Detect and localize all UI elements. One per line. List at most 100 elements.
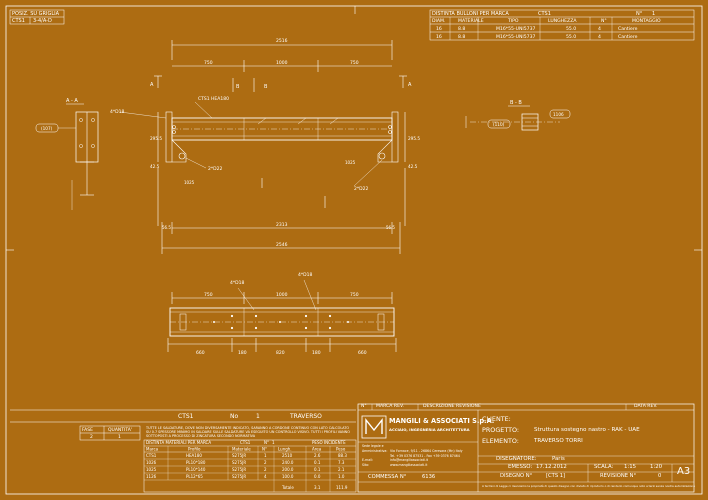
elevation-labels: 2516 750 1000 750 2313 2546 295.5 42.5 2… xyxy=(110,38,420,248)
svg-text:N°: N° xyxy=(264,440,269,445)
notes-text: TUTTE LE SALDATURE, DOVE NON DIVERSAMENT… xyxy=(146,426,350,438)
format-value: A3 xyxy=(677,466,691,477)
rev-mark-header: MARCA REV. xyxy=(376,404,404,409)
drawing-number-value: [CTS 1] xyxy=(546,473,566,479)
svg-text:240.0: 240.0 xyxy=(282,460,294,465)
svg-text:1: 1 xyxy=(264,453,267,458)
svg-text:PL10*180: PL10*180 xyxy=(186,460,206,465)
scale-label: SCALA: xyxy=(594,464,614,470)
svg-text:1.0: 1.0 xyxy=(338,474,345,479)
svg-text:660: 660 xyxy=(358,350,367,356)
svg-text:TRAVERSO: TRAVERSO xyxy=(289,413,322,420)
svg-text:PESO INCIDENTE: PESO INCIDENTE xyxy=(312,440,346,445)
svg-text:DISTINTA BULLONI PER MARCA: DISTINTA BULLONI PER MARCA xyxy=(432,11,509,17)
grid-position-table: POSIZ. SU GRIGLIA CTS1 3-4/A-D xyxy=(9,9,65,25)
company-addr4: Sito: xyxy=(362,463,370,467)
company-logo xyxy=(361,415,387,439)
svg-text:TIPO: TIPO xyxy=(507,18,519,24)
svg-text:Area: Area xyxy=(312,447,322,452)
svg-text:88.3: 88.3 xyxy=(338,453,347,458)
svg-text:200.0: 200.0 xyxy=(282,467,294,472)
svg-text:1026: 1026 xyxy=(146,460,157,465)
svg-text:660: 660 xyxy=(196,350,205,356)
revision-value: 0 xyxy=(658,473,662,479)
svg-text:PL10*140: PL10*140 xyxy=(186,467,206,472)
company-street: Via Fornace, 9/11 - 26864 Ceresara (Mn) … xyxy=(390,449,463,453)
svg-text:4: 4 xyxy=(264,474,267,479)
svg-text:1025: 1025 xyxy=(184,180,195,185)
svg-text:750: 750 xyxy=(350,60,359,66)
svg-text:MATERIALE: MATERIALE xyxy=(458,18,484,24)
sheet-border xyxy=(5,5,703,495)
element-label: ELEMENTO: xyxy=(482,437,519,445)
svg-text:LUNGHEZZA: LUNGHEZZA xyxy=(548,18,577,24)
company-addr2: Amministrativa: xyxy=(362,449,388,453)
svg-text:56.5: 56.5 xyxy=(162,225,171,230)
svg-text:S275JR: S275JR xyxy=(232,467,246,472)
svg-text:N°: N° xyxy=(601,18,607,24)
svg-text:820: 820 xyxy=(276,350,285,356)
svg-text:N°: N° xyxy=(636,11,643,17)
bolts-table: DISTINTA BULLONI PER MARCA CTS1 N° 1 DIA… xyxy=(429,9,695,41)
plan-labels: 750 1000 750 660 180 820 180 660 4*D18 4… xyxy=(196,272,367,356)
svg-text:55.0: 55.0 xyxy=(566,34,576,40)
plan-view xyxy=(167,279,397,352)
svg-text:B: B xyxy=(236,84,240,90)
svg-text:2313: 2313 xyxy=(276,222,288,228)
company-name: MANGILI & ASSOCIATI S.p.A. xyxy=(389,417,495,425)
svg-text:N°: N° xyxy=(262,447,267,452)
svg-text:4*D18: 4*D18 xyxy=(110,109,124,115)
svg-text:(107): (107) xyxy=(41,126,53,131)
svg-text:2: 2 xyxy=(90,434,93,440)
svg-text:8.8: 8.8 xyxy=(458,26,465,32)
client-label: CLIENTE: xyxy=(482,415,511,423)
svg-text:111.9: 111.9 xyxy=(336,485,348,490)
issued-label: EMESSO: xyxy=(508,464,533,470)
rev-desc-header: DESCRIZIONE REVISIONE xyxy=(423,404,481,409)
svg-text:MONTAGGIO: MONTAGGIO xyxy=(632,18,661,24)
svg-text:M16*55-UNI5737: M16*55-UNI5737 xyxy=(496,26,536,32)
designer-value: Paris xyxy=(552,456,565,462)
materials-table: DISTINTA MATERIALI PER MARCA CTS1 N° 1 P… xyxy=(143,439,357,493)
section-b-b: B - B (110) 1106 xyxy=(465,100,571,131)
company-sub: ACCIAIO, INGEGNERIA ARCHITETTURA xyxy=(389,427,470,432)
svg-text:S275JR: S275JR xyxy=(232,460,246,465)
revision-label: REVISIONE N° xyxy=(600,473,637,479)
svg-text:CTS1: CTS1 xyxy=(146,453,157,458)
svg-text:Cantiere: Cantiere xyxy=(618,26,638,32)
svg-text:0.1: 0.1 xyxy=(314,467,321,472)
svg-text:1: 1 xyxy=(652,11,655,17)
svg-text:4*D18: 4*D18 xyxy=(298,272,312,278)
svg-text:2546: 2546 xyxy=(276,242,288,248)
svg-text:1025: 1025 xyxy=(146,467,157,472)
drawing-number-label: DISEGNO N° xyxy=(500,473,533,479)
svg-text:CTS1: CTS1 xyxy=(178,413,194,420)
phase-table: FASE QUANTITA' 2 1 xyxy=(79,425,141,441)
svg-text:2510: 2510 xyxy=(282,453,293,458)
svg-text:A - A: A - A xyxy=(66,98,78,104)
svg-text:A: A xyxy=(150,82,154,88)
svg-text:1126: 1126 xyxy=(146,474,157,479)
svg-text:2*D22: 2*D22 xyxy=(208,166,222,172)
svg-text:A: A xyxy=(408,82,412,88)
assembly-bar: CTS1 No 1 TRAVERSO xyxy=(10,409,356,423)
svg-text:DIAM.: DIAM. xyxy=(432,18,445,24)
svg-text:295.5: 295.5 xyxy=(150,136,162,141)
svg-text:100.0: 100.0 xyxy=(282,474,294,479)
svg-text:56.5: 56.5 xyxy=(386,225,395,230)
svg-text:8.8: 8.8 xyxy=(458,34,465,40)
svg-text:16: 16 xyxy=(436,26,442,32)
svg-text:PL12*65: PL12*65 xyxy=(186,474,203,479)
svg-text:2.1: 2.1 xyxy=(338,467,345,472)
svg-text:B: B xyxy=(264,84,268,90)
company-web: www.mangiliassociati.it xyxy=(390,463,428,467)
svg-text:Lungh.: Lungh. xyxy=(278,447,292,452)
drawing-sheet: POSIZ. SU GRIGLIA CTS1 3-4/A-D DISTINTA … xyxy=(0,0,708,500)
svg-text:4: 4 xyxy=(598,34,601,40)
svg-text:CTS1 HEA180: CTS1 HEA180 xyxy=(198,96,229,102)
project-value: Struttura sostegno nastro - RAK - UAE xyxy=(534,427,640,433)
company-addr3: E-mail: xyxy=(362,458,374,462)
legal-footer: A termini di Legge ci riserviamo la prop… xyxy=(482,484,695,488)
svg-text:3.1: 3.1 xyxy=(314,485,321,490)
svg-text:Profilo: Profilo xyxy=(188,447,201,452)
